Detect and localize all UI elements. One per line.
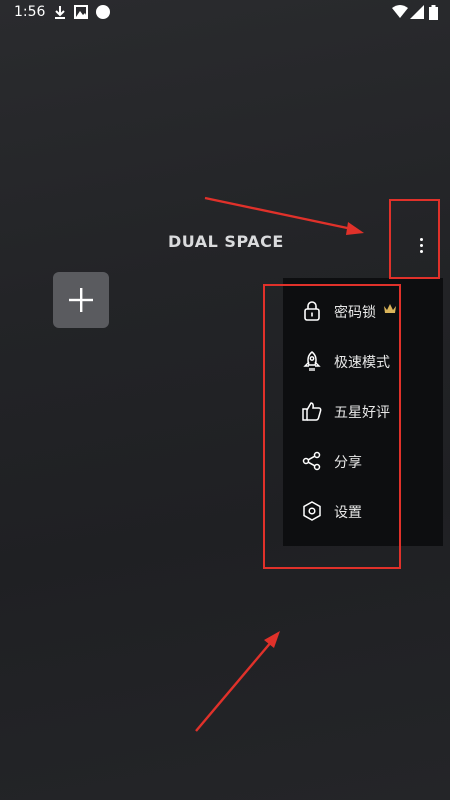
annotation-box-menu-button bbox=[389, 199, 440, 279]
download-icon bbox=[55, 6, 65, 19]
signal-icon bbox=[410, 5, 424, 19]
photo-icon bbox=[74, 5, 88, 19]
status-time: 1:56 bbox=[14, 4, 46, 20]
circle-icon bbox=[96, 5, 110, 19]
plus-icon bbox=[69, 288, 93, 312]
annotation-arrow-top bbox=[204, 196, 364, 235]
app-title: DUAL SPACE bbox=[168, 232, 284, 251]
add-app-button[interactable] bbox=[53, 272, 109, 328]
annotation-arrow-bottom bbox=[195, 631, 280, 732]
status-bar: 1:56 bbox=[0, 0, 450, 26]
battery-icon bbox=[429, 5, 438, 20]
annotation-box-menu bbox=[263, 284, 401, 569]
wifi-icon bbox=[392, 5, 408, 18]
